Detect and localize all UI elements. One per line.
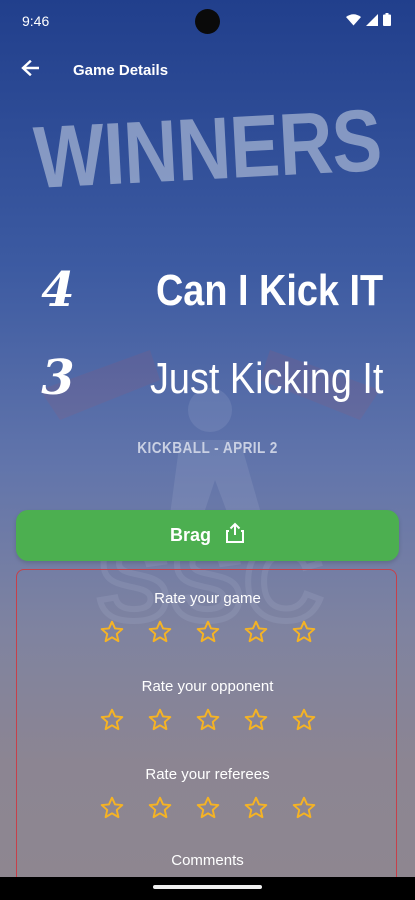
back-button[interactable] [14,54,46,86]
battery-icon [383,13,391,31]
star-outline-icon[interactable] [291,707,317,733]
star-outline-icon[interactable] [147,619,173,645]
app-bar: Game Details [0,50,415,90]
rating-panel: Rate your game Rate your opponent Rate y… [16,569,397,900]
status-bar: 9:46 [0,0,415,40]
team-row-loser: 3 Just Kicking It [0,350,415,420]
star-outline-icon[interactable] [147,795,173,821]
camera-cutout [195,9,220,34]
brag-button[interactable]: Brag [16,510,399,561]
team-score: 4 [41,262,75,318]
wifi-icon [346,13,361,31]
team-name: Just Kicking It [149,354,383,403]
star-outline-icon[interactable] [99,619,125,645]
rate-opponent-section: Rate your opponent [17,678,398,733]
rate-referees-stars [17,795,398,821]
team-name: Can I Kick IT [155,266,383,315]
rate-opponent-label: Rate your opponent [141,678,274,695]
back-arrow-icon [21,59,40,81]
star-outline-icon[interactable] [99,707,125,733]
comments-label: Comments [171,852,244,869]
game-info: KICKBALL - APRIL 2 [137,440,278,457]
star-outline-icon[interactable] [243,795,269,821]
home-handle[interactable] [153,885,262,889]
rate-opponent-stars [17,707,398,733]
star-outline-icon[interactable] [243,707,269,733]
rate-game-stars [17,619,398,645]
team-row-winner: 4 Can I Kick IT [0,262,415,332]
rate-game-section: Rate your game [17,590,398,645]
page-title: Game Details [73,62,169,79]
star-outline-icon[interactable] [147,707,173,733]
status-time: 9:46 [22,13,50,29]
status-icons [346,13,391,31]
team-score: 3 [41,350,75,406]
signal-icon [366,13,378,31]
winners-banner: WINNERS [31,89,384,208]
rate-referees-label: Rate your referees [145,766,270,783]
star-outline-icon[interactable] [243,619,269,645]
share-icon [225,522,245,549]
star-outline-icon[interactable] [291,619,317,645]
star-outline-icon[interactable] [195,795,221,821]
star-outline-icon[interactable] [291,795,317,821]
star-outline-icon[interactable] [195,707,221,733]
rate-game-label: Rate your game [154,590,261,607]
star-outline-icon[interactable] [99,795,125,821]
brag-label: Brag [169,525,211,545]
star-outline-icon[interactable] [195,619,221,645]
rate-referees-section: Rate your referees [17,766,398,821]
system-nav-bar [0,877,415,900]
game-details-screen: SSC 9:46 Game Details WINNERS 4 Can I Ki… [0,0,415,900]
